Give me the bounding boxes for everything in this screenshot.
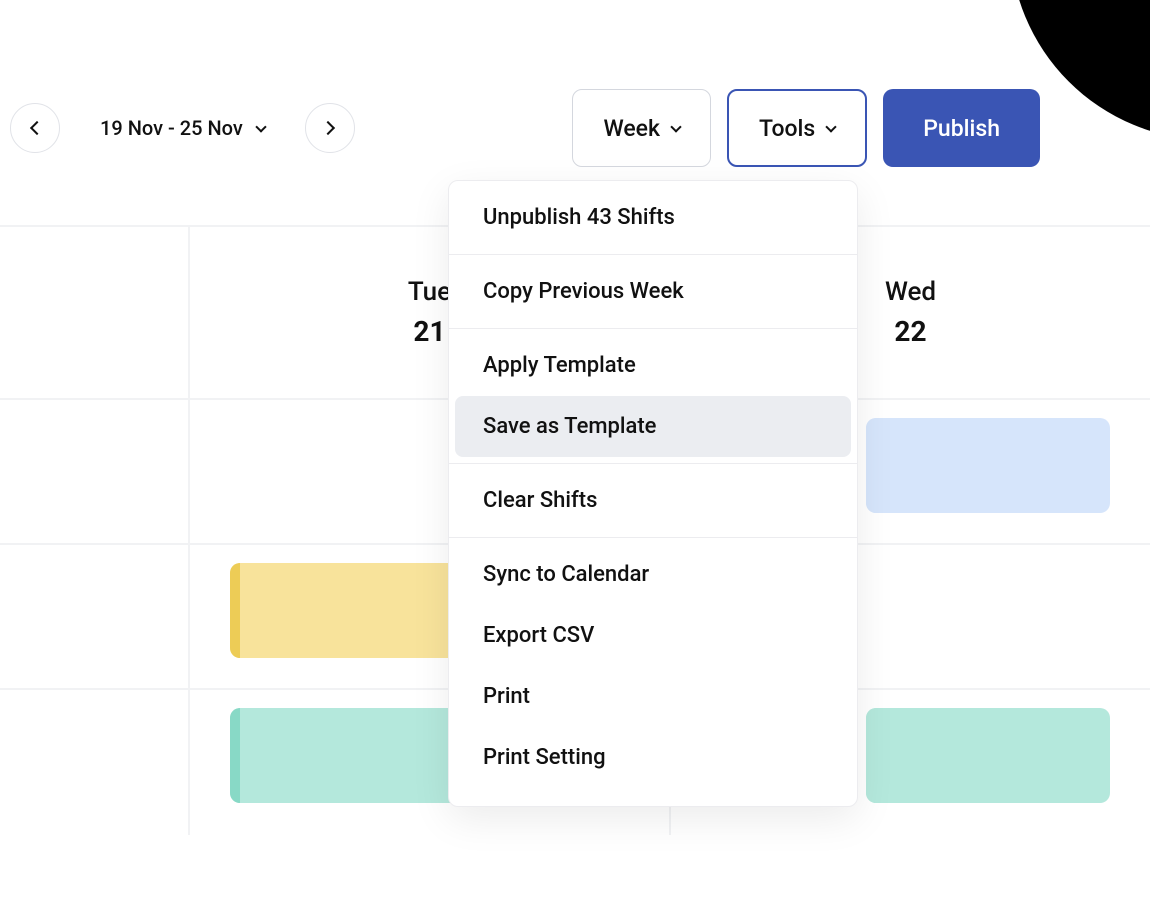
day-number: 22 — [894, 315, 926, 348]
date-range-label: 19 Nov - 25 Nov — [100, 116, 243, 140]
toolbar: 19 Nov - 25 Nov Week Tools Publish — [0, 88, 1150, 168]
shift-stripe — [866, 418, 876, 513]
tools-label: Tools — [759, 115, 815, 142]
next-week-button[interactable] — [305, 103, 355, 153]
chevron-down-icon — [826, 121, 837, 132]
menu-item-clear-shifts[interactable]: Clear Shifts — [449, 470, 857, 531]
menu-section: Copy Previous Week — [449, 255, 857, 328]
shift-block[interactable] — [866, 418, 1110, 513]
header-spacer — [0, 227, 190, 398]
shift-stripe — [230, 708, 240, 803]
publish-button[interactable]: Publish — [883, 89, 1040, 167]
menu-item-print-setting[interactable]: Print Setting — [449, 727, 857, 788]
view-selector[interactable]: Week — [572, 89, 711, 167]
menu-item-export-csv[interactable]: Export CSV — [449, 605, 857, 666]
shift-block[interactable] — [866, 708, 1110, 803]
chevron-right-icon — [321, 121, 335, 135]
menu-section: Sync to CalendarExport CSVPrintPrint Set… — [449, 538, 857, 794]
menu-item-unpublish-43-shifts[interactable]: Unpublish 43 Shifts — [449, 187, 857, 248]
view-label: Week — [603, 115, 660, 142]
menu-section: Apply TemplateSave as Template — [449, 329, 857, 463]
menu-item-apply-template[interactable]: Apply Template — [449, 335, 857, 396]
row-spacer — [0, 545, 190, 688]
date-range-selector[interactable]: 19 Nov - 25 Nov — [100, 116, 265, 140]
day-number: 21 — [413, 315, 445, 348]
menu-section: Unpublish 43 Shifts — [449, 181, 857, 254]
menu-section: Clear Shifts — [449, 464, 857, 537]
publish-label: Publish — [923, 115, 1000, 142]
menu-item-print[interactable]: Print — [449, 666, 857, 727]
shift-stripe — [866, 708, 876, 803]
tools-dropdown-menu: Unpublish 43 Shifts Copy Previous Week App… — [448, 180, 858, 807]
prev-week-button[interactable] — [10, 103, 60, 153]
row-spacer — [0, 400, 190, 543]
chevron-down-icon — [670, 121, 681, 132]
shift-stripe — [230, 563, 240, 658]
chevron-down-icon — [255, 121, 266, 132]
row-spacer — [0, 690, 190, 835]
menu-item-copy-previous-week[interactable]: Copy Previous Week — [449, 261, 857, 322]
chevron-left-icon — [29, 121, 43, 135]
tools-button[interactable]: Tools — [727, 89, 867, 167]
day-name: Tue — [408, 277, 451, 307]
menu-item-save-as-template[interactable]: Save as Template — [455, 396, 851, 457]
day-name: Wed — [885, 277, 936, 307]
menu-item-sync-to-calendar[interactable]: Sync to Calendar — [449, 544, 857, 605]
